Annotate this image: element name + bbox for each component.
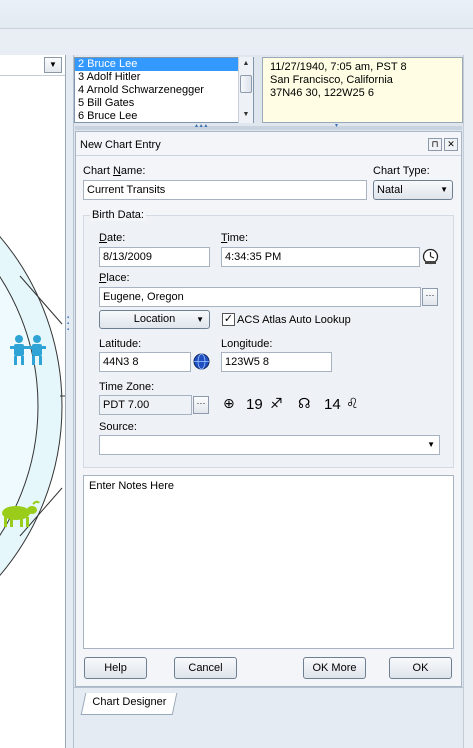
chart-name-label-mnemonic: N xyxy=(112,165,121,177)
chart-name-label: Chart Name: xyxy=(83,165,145,177)
chart-list-scrollbar[interactable]: ▲ ▼ xyxy=(238,57,253,123)
source-label: Source: xyxy=(99,421,137,433)
acs-lookup-label: ACS Atlas Auto Lookup xyxy=(237,314,351,326)
window-frame-strip xyxy=(0,28,473,55)
panel-title-divider xyxy=(76,155,461,156)
location-button[interactable]: Location ▼ xyxy=(99,310,210,329)
list-item[interactable]: 4 Arnold Schwarzenegger xyxy=(75,84,253,97)
chart-info-box: 11/27/1940, 7:05 am, PST 8 San Francisco… xyxy=(262,57,463,123)
place-ellipsis-button[interactable]: ··· xyxy=(422,288,438,306)
chart-wheel-pane[interactable]: ▼ xyxy=(0,55,66,748)
list-item[interactable]: 2 Bruce Lee xyxy=(75,58,253,71)
tab-chart-designer[interactable]: Chart Designer xyxy=(80,693,178,715)
chart-type-label: Chart Type: xyxy=(373,165,430,177)
location-button-label: Location xyxy=(133,313,176,325)
latitude-input[interactable]: 44N3 8 xyxy=(99,352,191,372)
timezone-label: Time Zone: xyxy=(99,381,155,393)
north-node-icon: ☊ xyxy=(298,396,311,412)
date-label-mnemonic: D xyxy=(99,232,107,244)
time-label: Time: xyxy=(221,232,248,244)
notes-placeholder: Enter Notes Here xyxy=(89,480,174,492)
chart-list[interactable]: 2 Bruce Lee 3 Adolf Hitler 4 Arnold Schw… xyxy=(74,57,254,123)
chevron-down-icon: ▼ xyxy=(440,185,448,194)
acs-lookup-checkbox[interactable]: ✓ xyxy=(222,313,235,326)
date-label: Date: xyxy=(99,232,125,244)
wheel-inner-ring xyxy=(0,276,39,536)
list-item[interactable]: 3 Adolf Hitler xyxy=(75,71,253,84)
node-degree: 14 xyxy=(324,396,341,413)
collapse-arrows-icon[interactable]: ▴ ▴ ▴ xyxy=(195,122,207,129)
pin-icon[interactable]: ⊓ xyxy=(428,138,442,151)
longitude-label: Longitude: xyxy=(221,338,273,350)
date-input[interactable]: 8/13/2009 xyxy=(99,247,210,267)
cancel-button[interactable]: Cancel xyxy=(174,657,237,679)
chart-type-select[interactable]: Natal ▼ xyxy=(373,180,453,200)
scroll-down-icon[interactable]: ▼ xyxy=(240,109,252,121)
date-label-post: ate: xyxy=(106,232,126,244)
place-label-post: lace: xyxy=(106,272,130,284)
time-label-post: ime: xyxy=(227,232,249,244)
sagittarius-icon: ♐ xyxy=(270,396,283,412)
place-label: Place: xyxy=(99,272,130,284)
splitter-grip-icon: ▪ ▪ ▪ xyxy=(67,315,70,333)
tab-chart-designer-label: Chart Designer xyxy=(92,696,167,708)
panel-top-divider[interactable]: ▴ ▴ ▴ ▾ xyxy=(75,123,462,130)
scroll-up-icon[interactable]: ▲ xyxy=(240,58,252,70)
timezone-ellipsis-button[interactable]: ··· xyxy=(193,396,209,414)
birth-data-label: Birth Data: xyxy=(90,209,146,221)
info-line: 37N46 30, 122W25 6 xyxy=(270,87,374,99)
list-item[interactable]: 5 Bill Gates xyxy=(75,97,253,110)
timezone-input[interactable]: PDT 7.00 xyxy=(99,395,192,415)
place-input[interactable]: Eugene, Oregon xyxy=(99,287,421,307)
chart-pane-dropdown-button[interactable]: ▼ xyxy=(44,57,62,73)
time-input[interactable]: 4:34:35 PM xyxy=(221,247,420,267)
chart-name-input[interactable]: Current Transits xyxy=(83,180,367,200)
scroll-thumb[interactable] xyxy=(240,75,252,93)
panel-title: New Chart Entry xyxy=(80,139,161,151)
info-line: San Francisco, California xyxy=(270,74,393,86)
source-select[interactable]: ▼ xyxy=(99,435,440,455)
latitude-label: Latitude: xyxy=(99,338,142,350)
globe-icon[interactable] xyxy=(193,353,210,370)
list-item[interactable]: 6 Bruce Lee xyxy=(75,110,253,122)
ok-button[interactable]: OK xyxy=(389,657,452,679)
window-top-band xyxy=(0,0,473,55)
expand-arrow-icon[interactable]: ▾ xyxy=(335,122,338,129)
ok-more-button[interactable]: OK More xyxy=(303,657,366,679)
leo-icon: ♌ xyxy=(346,396,359,412)
chevron-down-icon: ▼ xyxy=(196,315,204,324)
longitude-input[interactable]: 123W5 8 xyxy=(221,352,332,372)
notes-textarea[interactable]: Enter Notes Here xyxy=(83,475,454,649)
chart-wheel[interactable] xyxy=(0,76,66,748)
close-icon[interactable]: ✕ xyxy=(444,138,458,151)
chart-type-value: Natal xyxy=(377,184,403,196)
ascendant-icon: ⊕ xyxy=(223,396,235,412)
chevron-down-icon: ▼ xyxy=(427,440,435,449)
info-line: 11/27/1940, 7:05 am, PST 8 xyxy=(270,61,407,73)
help-button[interactable]: Help xyxy=(84,657,147,679)
chart-name-label-pre: Chart xyxy=(83,165,113,177)
chart-name-label-post: ame: xyxy=(120,165,146,177)
clock-icon[interactable] xyxy=(422,248,439,265)
window-right-edge xyxy=(463,55,473,748)
pane-splitter[interactable]: ▪ ▪ ▪ xyxy=(66,55,74,748)
ascendant-degree: 19 xyxy=(246,396,263,413)
